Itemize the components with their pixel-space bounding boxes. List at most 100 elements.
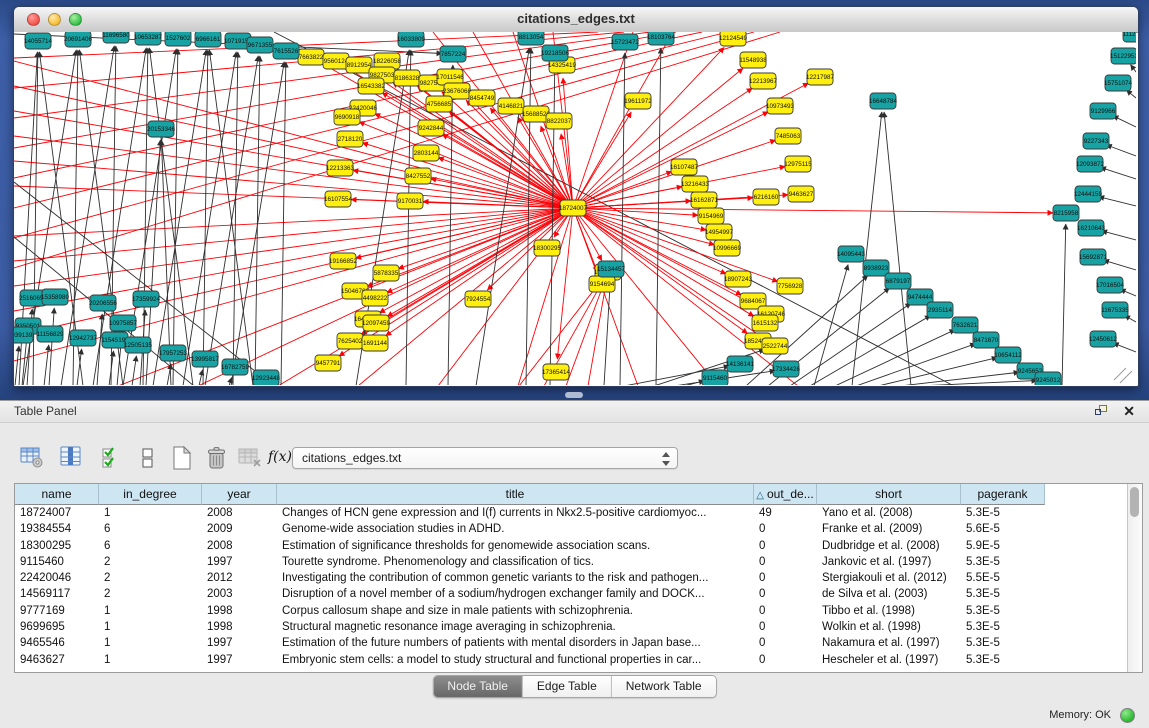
graph-node[interactable]: 8938923 <box>863 260 889 276</box>
graph-node[interactable]: 5878335 <box>373 265 399 281</box>
graph-node[interactable]: 19166852 <box>329 253 358 269</box>
graph-node[interactable]: 16107487 <box>670 159 699 175</box>
deselect-all-icon[interactable] <box>134 445 162 471</box>
graph-node[interactable]: 12444159 <box>1074 186 1103 202</box>
graph-node[interactable]: 12505135 <box>124 337 153 353</box>
table-row[interactable]: 946362711997Embryonic stem cells: a mode… <box>15 652 1127 668</box>
column-select-icon[interactable] <box>58 445 86 471</box>
graph-node[interactable]: 12213363 <box>326 160 355 176</box>
graph-node[interactable]: 2522744 <box>762 338 788 354</box>
delete-table-icon[interactable] <box>236 445 264 471</box>
graph-node[interactable]: 12975115 <box>784 156 812 172</box>
graph-node[interactable]: 15692871 <box>1079 249 1108 265</box>
graph-node[interactable]: 18300295 <box>533 240 562 256</box>
graph-node[interactable]: 6216160 <box>753 189 779 205</box>
delete-column-trash-icon[interactable] <box>202 445 230 471</box>
graph-node[interactable]: 12213967 <box>749 73 778 89</box>
graph-node[interactable]: 12217987 <box>806 69 835 85</box>
graph-node[interactable]: 9170031 <box>397 193 423 209</box>
table-row[interactable]: 1938455462009Genome-wide association stu… <box>15 521 1127 537</box>
select-all-icon[interactable] <box>98 445 126 471</box>
graph-node[interactable]: 9560124 <box>323 53 349 69</box>
graph-node[interactable]: 12450612 <box>1089 331 1118 347</box>
graph-node[interactable]: 8454749 <box>469 90 495 106</box>
table-row[interactable]: 977716911998Corpus callosum shape and si… <box>15 603 1127 619</box>
column-header-in_degree[interactable]: in_degree <box>99 484 202 505</box>
graph-node[interactable]: 17334426 <box>772 361 801 377</box>
graph-node[interactable]: 2935114 <box>927 302 953 318</box>
graph-node[interactable]: 11696580 <box>102 32 130 43</box>
column-header-pagerank[interactable]: pagerank <box>961 484 1045 505</box>
graph-node[interactable]: 11675335 <box>1101 302 1129 318</box>
graph-node[interactable]: 9463627 <box>788 186 814 202</box>
graph-node[interactable]: 16543382 <box>357 78 386 94</box>
graph-node[interactable]: 18907243 <box>724 271 753 287</box>
graph-node[interactable]: 9129966 <box>1090 103 1116 119</box>
graph-node[interactable]: 15134457 <box>597 261 626 277</box>
graph-node[interactable]: 16782759 <box>221 359 250 375</box>
graph-node[interactable]: 8427552 <box>405 168 431 184</box>
tab-edge-table[interactable]: Edge Table <box>523 676 612 697</box>
graph-node[interactable]: 8939139 <box>14 327 33 343</box>
graph-node[interactable]: 14136141 <box>726 356 755 372</box>
table-row[interactable]: 911546021997Tourette syndrome. Phenomeno… <box>15 554 1127 570</box>
graph-node[interactable]: 6966161 <box>195 32 221 47</box>
graph-node[interactable]: 19218506 <box>541 45 570 61</box>
graph-node[interactable]: 7924554 <box>465 291 491 307</box>
graph-node[interactable]: 7625402 <box>337 333 363 349</box>
table-row[interactable]: 969969511998Structural magnetic resonanc… <box>15 619 1127 635</box>
graph-node[interactable]: 9242844 <box>418 120 444 136</box>
graph-node[interactable]: 16033809 <box>397 32 426 47</box>
graph-node[interactable]: 4498222 <box>362 290 388 306</box>
graph-node[interactable]: 8912954 <box>346 57 372 73</box>
graph-node[interactable]: 17957253 <box>159 345 188 361</box>
graph-node[interactable]: 1691144 <box>362 335 388 351</box>
graph-hub-node[interactable]: 18724007 <box>559 200 588 216</box>
column-header-short[interactable]: short <box>817 484 961 505</box>
column-header-name[interactable]: name <box>15 484 99 505</box>
graph-node[interactable]: 16648784 <box>869 93 898 109</box>
tab-node-table[interactable]: Node Table <box>433 676 523 697</box>
graph-node[interactable]: 9245012 <box>1035 372 1061 385</box>
table-row[interactable]: 1830029562008Estimation of significance … <box>15 538 1127 554</box>
graph-node[interactable]: 16107554 <box>324 191 353 207</box>
table-vertical-scrollbar[interactable] <box>1127 484 1142 672</box>
graph-node[interactable]: 12942737 <box>69 330 98 346</box>
citation-graph[interactable]: 1830029519384554161075541221336327181202… <box>14 32 1136 385</box>
graph-node[interactable]: 7756928 <box>777 278 803 294</box>
graph-node[interactable]: 15751074 <box>1104 75 1133 91</box>
graph-node[interactable]: 7485063 <box>775 128 801 144</box>
graph-node[interactable]: 16210643 <box>1077 220 1106 236</box>
graph-node[interactable]: 12923448 <box>252 370 281 385</box>
graph-node[interactable]: 15122953 <box>1110 48 1136 64</box>
graph-node[interactable]: 11548938 <box>739 52 767 68</box>
graph-node[interactable]: 8186328 <box>394 70 420 86</box>
column-header-out_degree[interactable]: △out_de... <box>754 484 817 505</box>
graph-node[interactable]: 7857224 <box>440 46 466 62</box>
graph-node[interactable]: 10996669 <box>713 240 742 256</box>
graph-node[interactable]: 17016504 <box>1096 277 1125 293</box>
graph-node[interactable]: 10653287 <box>134 32 163 45</box>
network-window-titlebar[interactable]: citations_edges.txt <box>14 7 1138 33</box>
graph-node[interactable]: 17359924 <box>132 291 161 307</box>
graph-node[interactable]: 13995817 <box>191 351 220 367</box>
graph-node[interactable]: 7632621 <box>952 317 978 333</box>
graph-node[interactable]: 20691406 <box>64 32 93 47</box>
graph-node[interactable]: 7615526 <box>273 43 299 59</box>
graph-node[interactable]: 10975857 <box>109 315 138 331</box>
graph-node[interactable]: 10654112 <box>994 347 1022 363</box>
graph-node[interactable]: 4146821 <box>498 98 524 114</box>
graph-node[interactable]: 9671355 <box>247 37 273 53</box>
graph-node[interactable]: 15358980 <box>41 289 70 305</box>
graph-node[interactable]: 7663822 <box>298 49 324 65</box>
graph-node[interactable]: 2803144 <box>413 145 439 161</box>
graph-node[interactable]: 8215958 <box>1053 205 1079 221</box>
tab-network-table[interactable]: Network Table <box>612 676 716 697</box>
graph-node[interactable]: 4756685 <box>426 96 452 112</box>
graph-node[interactable]: 20153346 <box>147 121 176 137</box>
graph-node[interactable]: 6879197 <box>885 273 911 289</box>
new-column-icon[interactable] <box>168 445 196 471</box>
graph-node[interactable]: 20206556 <box>89 295 118 311</box>
graph-node[interactable]: 16162871 <box>690 192 719 208</box>
graph-node[interactable]: 1615132 <box>752 315 778 331</box>
